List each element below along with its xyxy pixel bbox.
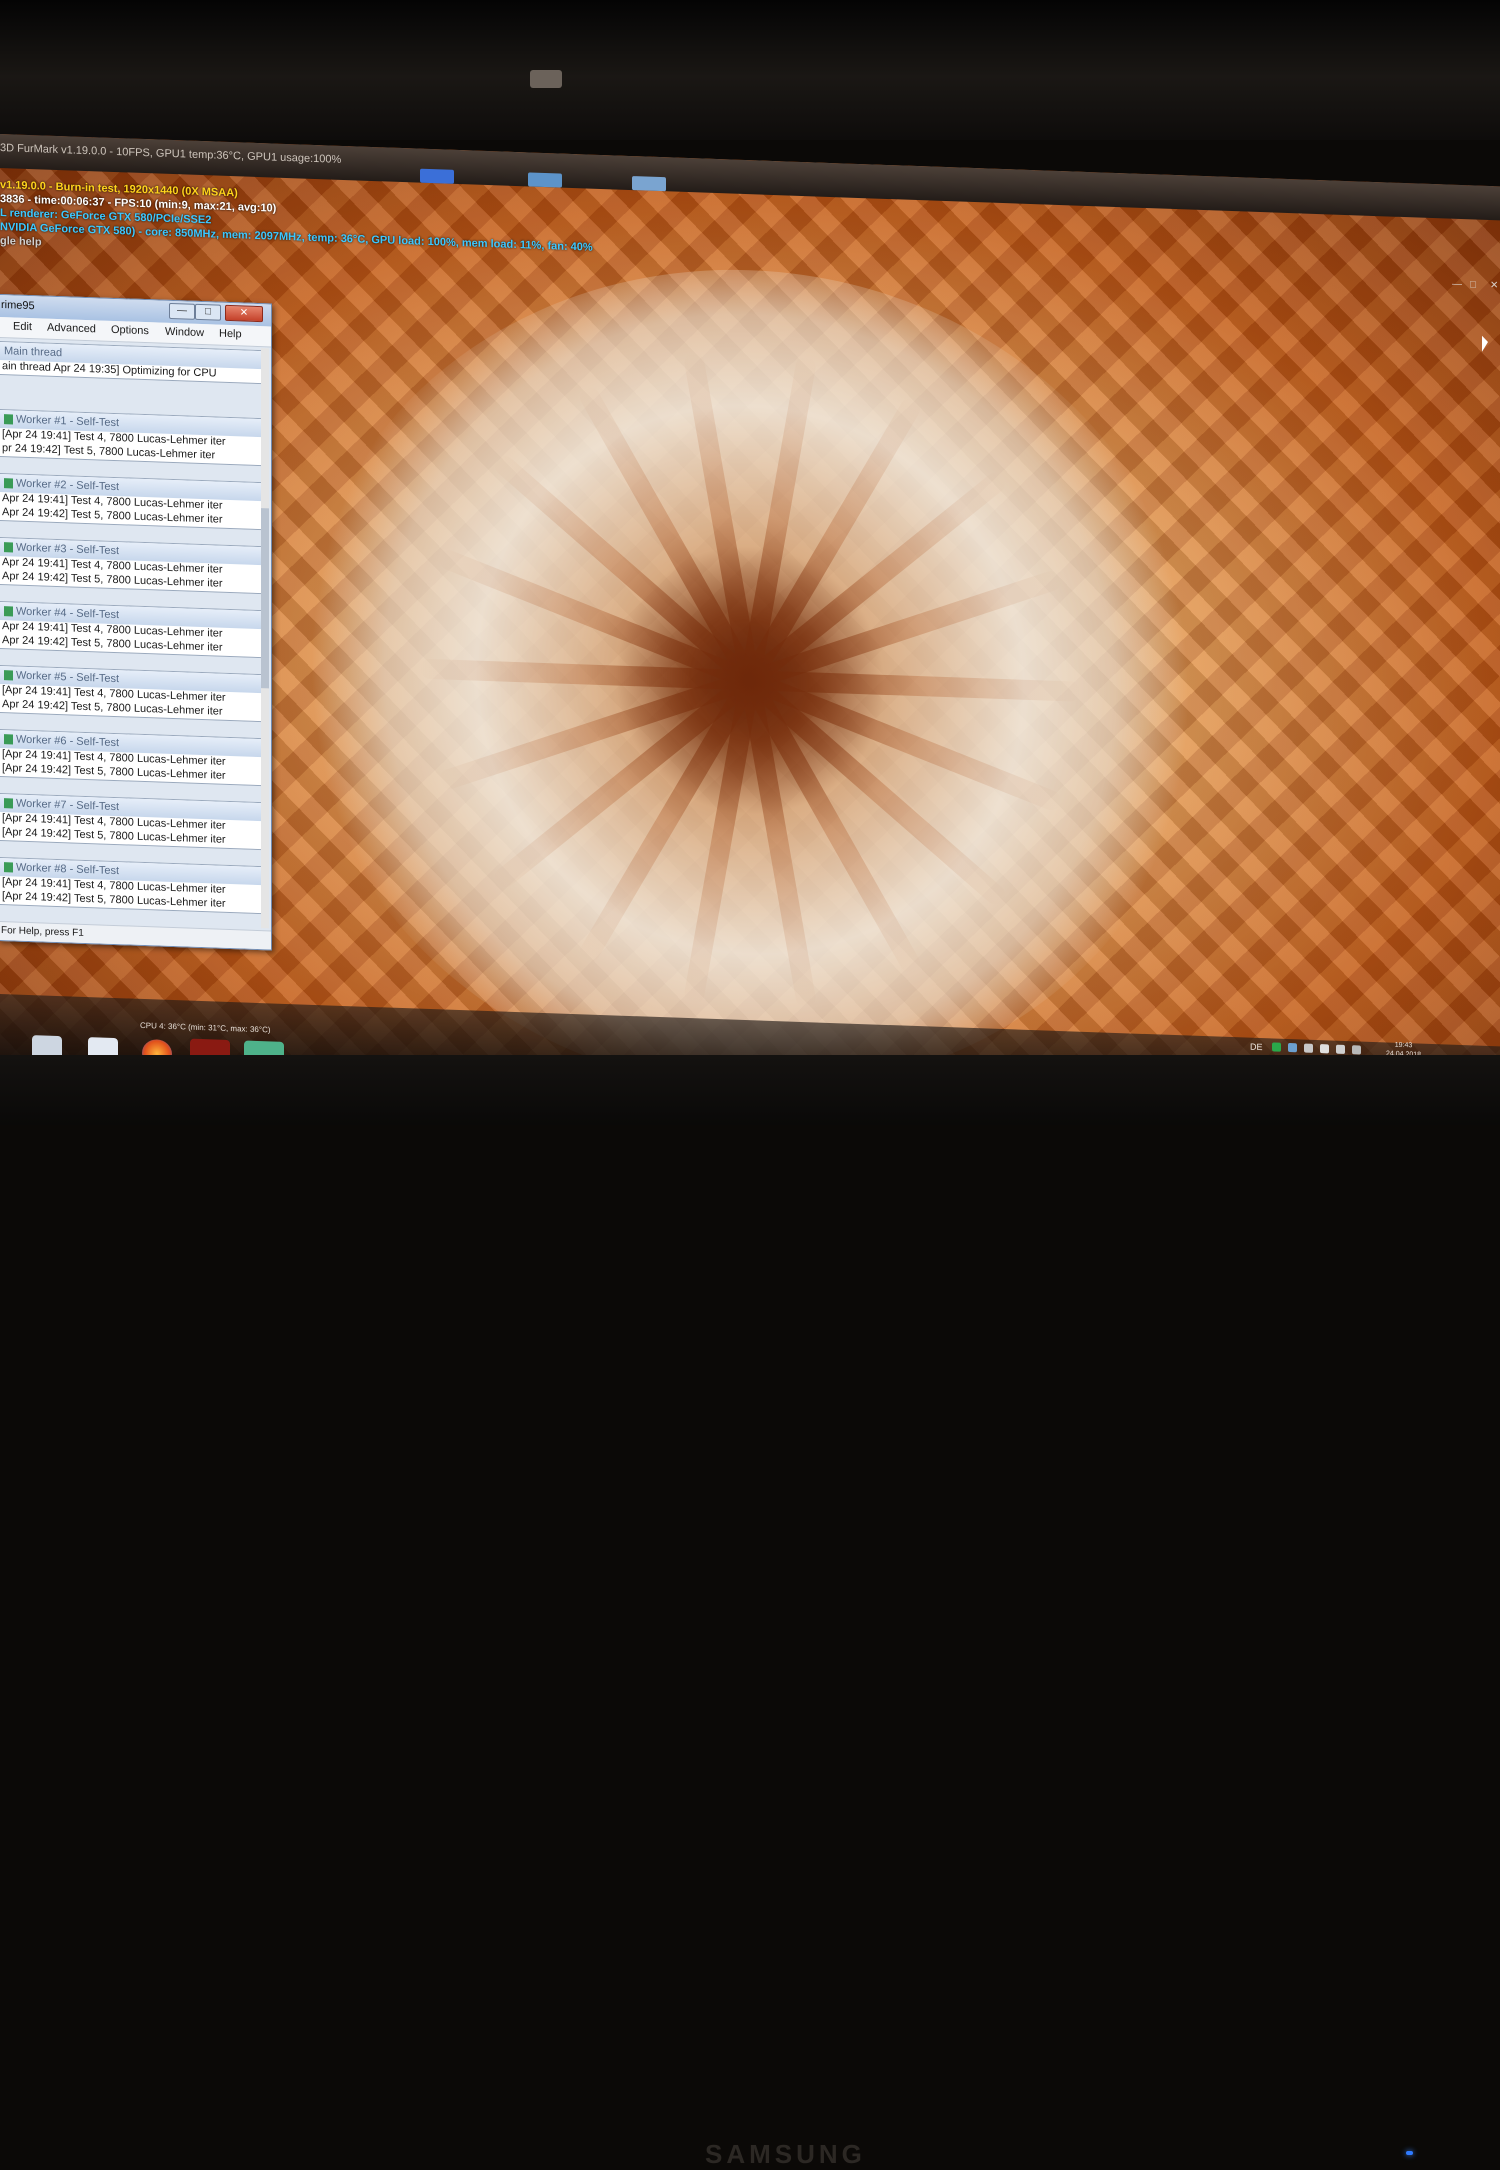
worker-title: Worker #5 - Self-Test <box>16 669 120 686</box>
tray-network-icon[interactable] <box>1288 1042 1297 1053</box>
power-led-icon <box>1406 2151 1413 2155</box>
worker-status-icon <box>4 670 13 681</box>
menu-help[interactable]: Help <box>219 328 242 341</box>
worker-window[interactable]: Worker #5 - Self-Test [Apr 24 19:41] Test… <box>0 664 263 723</box>
worker-title: Worker #6 - Self-Test <box>16 733 120 750</box>
language-indicator[interactable]: DE <box>1250 1042 1263 1052</box>
tray-volume-icon[interactable] <box>1304 1043 1313 1053</box>
maximize-button[interactable]: □ <box>195 303 221 321</box>
status-text: For Help, press F1 <box>1 925 84 939</box>
worker-status-icon <box>4 798 13 809</box>
menu-options[interactable]: Options <box>111 324 149 337</box>
worker-status-icon <box>4 478 13 489</box>
worker-window[interactable]: Worker #6 - Self-Test [Apr 24 19:41] Test… <box>0 728 263 787</box>
maximize-icon[interactable]: □ <box>1470 279 1476 290</box>
prime95-window[interactable]: rime95 — □ ✕ Edit Advanced Options Windo… <box>0 293 272 951</box>
tray-flag-icon[interactable] <box>1320 1044 1329 1054</box>
worker-status-icon <box>4 542 13 553</box>
cpu-temp-readout: CPU 4: 36°C (min: 31°C, max: 36°C) <box>140 1020 271 1035</box>
scrollbar-thumb[interactable] <box>261 508 269 689</box>
worker-window[interactable]: Worker #3 - Self-Test Apr 24 19:41] Test … <box>0 536 263 595</box>
worker-status-icon <box>4 734 13 745</box>
mouse-pointer-icon <box>1482 335 1488 352</box>
worker-title: Worker #7 - Self-Test <box>16 797 120 814</box>
chrome-icon[interactable] <box>420 168 454 184</box>
window-thumbnail-icon[interactable] <box>632 176 666 192</box>
worker-window[interactable]: Worker #7 - Self-Test [Apr 24 19:41] Test… <box>0 792 263 851</box>
close-button[interactable]: ✕ <box>225 304 263 323</box>
worker-window[interactable]: Worker #4 - Self-Test Apr 24 19:41] Test … <box>0 600 263 659</box>
furmark-window-title: 3D FurMark v1.19.0.0 - 10FPS, GPU1 temp:… <box>0 142 342 166</box>
tray-battery-icon[interactable] <box>1336 1044 1345 1054</box>
monitor-brand-logo: SAMSUNG <box>705 2139 866 2169</box>
window-thumbnail-icon[interactable] <box>528 172 562 188</box>
main-thread-title: Main thread <box>4 345 63 360</box>
main-thread-window[interactable]: Main thread ain thread Apr 24 19:35] Opt… <box>0 340 263 385</box>
menu-window[interactable]: Window <box>165 326 204 339</box>
worker-window[interactable]: Worker #1 - Self-Test [Apr 24 19:41] Test… <box>0 408 263 467</box>
menu-edit[interactable]: Edit <box>13 320 32 333</box>
webcam-mount <box>530 70 562 88</box>
worker-title: Worker #4 - Self-Test <box>16 605 120 622</box>
minimize-icon[interactable]: — <box>1452 279 1462 290</box>
prime95-title: rime95 <box>1 299 35 313</box>
worker-title: Worker #8 - Self-Test <box>16 861 120 878</box>
worker-window[interactable]: Worker #8 - Self-Test [Apr 24 19:41] Test… <box>0 856 263 915</box>
status-bar: For Help, press F1 <box>0 920 271 950</box>
scrollbar[interactable] <box>261 348 269 929</box>
monitor-bezel-top <box>0 0 1500 140</box>
tray-app-icon[interactable] <box>1272 1042 1281 1052</box>
worker-title: Worker #3 - Self-Test <box>16 541 120 558</box>
worker-title: Worker #1 - Self-Test <box>16 413 120 430</box>
menu-advanced[interactable]: Advanced <box>47 322 96 336</box>
worker-title: Worker #2 - Self-Test <box>16 477 120 494</box>
screen: 3D FurMark v1.19.0.0 - 10FPS, GPU1 temp:… <box>0 134 1500 1112</box>
worker-status-icon <box>4 606 13 617</box>
worker-status-icon <box>4 862 13 873</box>
minimize-button[interactable]: — <box>169 302 195 320</box>
worker-status-icon <box>4 414 13 425</box>
worker-window[interactable]: Worker #2 - Self-Test Apr 24 19:41] Test … <box>0 472 263 531</box>
monitor-bezel-bottom: SAMSUNG <box>0 1055 1500 2169</box>
close-icon[interactable]: ✕ <box>1490 280 1498 291</box>
tray-sync-icon[interactable] <box>1352 1045 1361 1055</box>
furmark-overlay: v1.19.0.0 - Burn-in test, 1920x1440 (0X … <box>0 178 593 269</box>
